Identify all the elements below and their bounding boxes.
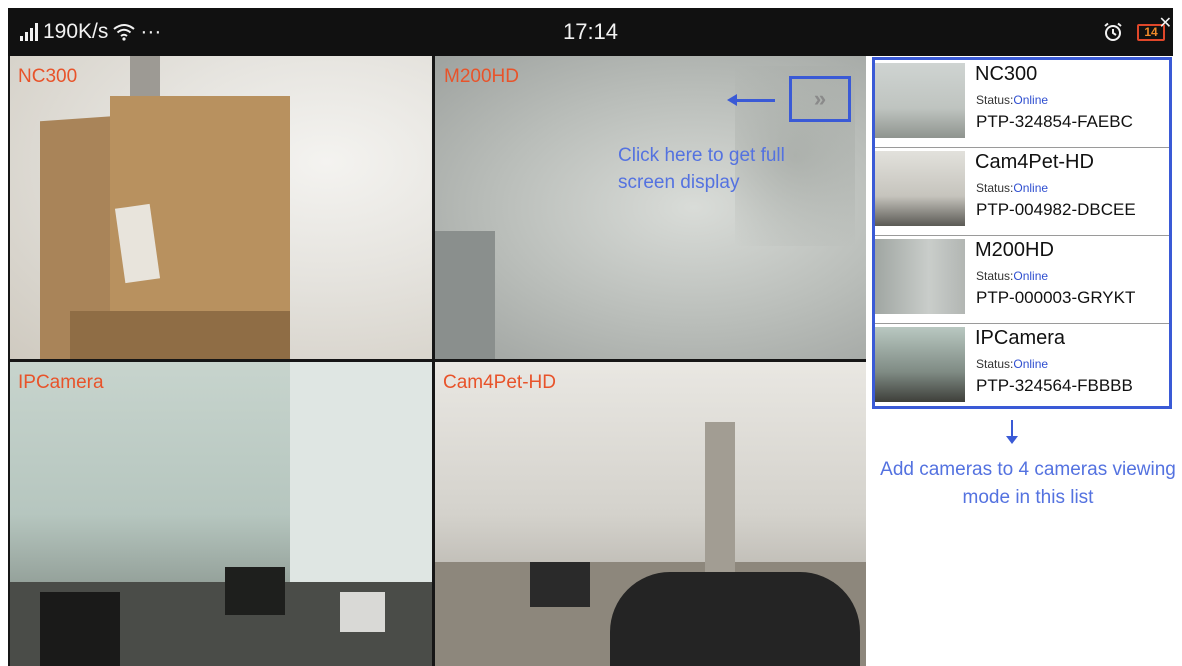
- scene-chair: [40, 592, 120, 666]
- charging-x-icon: ✕: [1158, 14, 1172, 32]
- camera-status: Status:Online: [976, 181, 1048, 195]
- arrow-down-icon: [1006, 420, 1018, 444]
- status-left: 190K/s ···: [20, 8, 161, 56]
- scene-monitor: [530, 562, 590, 607]
- battery-icon: 14 ✕: [1137, 15, 1172, 41]
- status-prefix: Status:: [976, 269, 1014, 283]
- fullscreen-button[interactable]: »: [789, 76, 851, 122]
- camera-label: IPCamera: [18, 372, 104, 393]
- camera-label: NC300: [18, 66, 78, 87]
- signal-icon: [20, 23, 38, 41]
- scene-pillar: [705, 422, 735, 582]
- status-prefix: Status:: [976, 181, 1014, 195]
- camera-status: Status:Online: [976, 269, 1048, 283]
- camera-thumbnail: [875, 151, 965, 226]
- status-online: Online: [1013, 93, 1049, 107]
- camera-grid: NC300 M200HD » Click here to get full sc…: [8, 56, 866, 666]
- camera-thumbnail: [875, 239, 965, 314]
- network-speed: 190K/s: [43, 20, 109, 43]
- status-prefix: Status:: [976, 357, 1014, 371]
- camera-label: M200HD: [444, 66, 519, 87]
- status-online: Online: [1013, 357, 1049, 371]
- alarm-icon: [1104, 22, 1122, 41]
- status-online: Online: [1013, 181, 1049, 195]
- scene-monitor: [340, 592, 385, 632]
- camera-list: NC300 Status:Online PTP-324854-FAEBC Cam…: [872, 57, 1172, 409]
- camera-id: PTP-324854-FAEBC: [976, 112, 1133, 131]
- scene-window: [435, 231, 495, 359]
- camera-list-item-ipcamera[interactable]: IPCamera Status:Online PTP-324564-FBBBB: [875, 324, 1169, 412]
- camera-view-nc300[interactable]: NC300: [10, 56, 432, 359]
- camera-view-m200hd[interactable]: M200HD » Click here to get full screen d…: [435, 56, 866, 359]
- camera-name: IPCamera: [975, 327, 1066, 349]
- clock: 17:14: [8, 8, 1173, 56]
- battery-level: 14: [1144, 24, 1158, 39]
- status-online: Online: [1013, 269, 1049, 283]
- camera-id: PTP-000003-GRYKT: [976, 288, 1136, 307]
- camera-list-hint: Add cameras to 4 cameras viewing mode in…: [880, 459, 1176, 508]
- camera-name: Cam4Pet-HD: [975, 151, 1094, 173]
- camera-status: Status:Online: [976, 93, 1048, 107]
- status-bar: 190K/s ··· 17:14 14 ✕: [8, 8, 1173, 56]
- camera-list-item-nc300[interactable]: NC300 Status:Online PTP-324854-FAEBC: [875, 60, 1169, 148]
- camera-list-item-m200hd[interactable]: M200HD Status:Online PTP-000003-GRYKT: [875, 236, 1169, 324]
- camera-id: PTP-004982-DBCEE: [976, 200, 1136, 219]
- camera-view-cam4pet-hd[interactable]: Cam4Pet-HD: [435, 362, 866, 666]
- camera-list-item-cam4pet-hd[interactable]: Cam4Pet-HD Status:Online PTP-004982-DBCE…: [875, 148, 1169, 236]
- fullscreen-arrow-icon: [727, 94, 775, 106]
- scene-box: [70, 311, 290, 359]
- fullscreen-hint: Click here to get full screen display: [618, 145, 785, 193]
- camera-id: PTP-324564-FBBBB: [976, 376, 1133, 395]
- overflow-dots: ···: [140, 20, 162, 43]
- double-chevron-right-icon: »: [813, 86, 827, 111]
- status-right: 14 ✕: [1103, 8, 1172, 56]
- camera-thumbnail: [875, 63, 965, 138]
- clock-time: 17:14: [562, 19, 619, 44]
- camera-name: M200HD: [975, 239, 1054, 261]
- camera-status: Status:Online: [976, 357, 1048, 371]
- camera-thumbnail: [875, 327, 965, 402]
- wifi-icon: [113, 24, 136, 41]
- camera-label: Cam4Pet-HD: [443, 372, 556, 393]
- scene-monitor: [225, 567, 285, 615]
- camera-name: NC300: [975, 63, 1038, 85]
- scene-chair: [610, 572, 860, 666]
- status-prefix: Status:: [976, 93, 1014, 107]
- camera-view-ipcamera[interactable]: IPCamera: [10, 362, 432, 666]
